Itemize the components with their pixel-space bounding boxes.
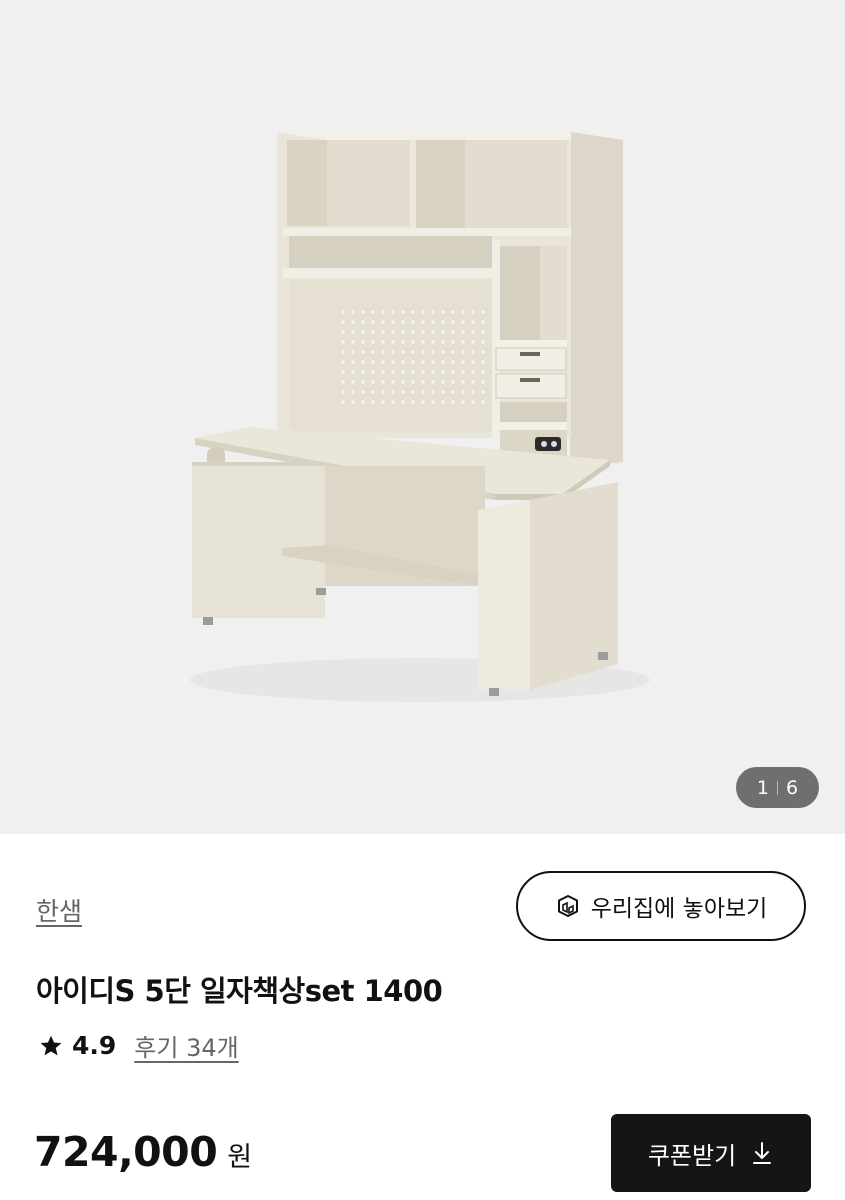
product-image[interactable]: [0, 0, 845, 834]
product-title: 아이디S 5단 일자책상set 1400: [36, 974, 443, 1008]
coupon-label: 쿠폰받기: [647, 1141, 737, 1170]
price: 724,000 원: [34, 1128, 252, 1176]
coupon-download-button[interactable]: 쿠폰받기: [611, 1114, 811, 1192]
star-icon: [40, 1035, 62, 1055]
counter-total: 6: [786, 776, 799, 799]
image-counter: 1 6: [736, 767, 819, 808]
rating-row: 4.9 후기 34개: [38, 1028, 239, 1063]
product-info: 한샘 우리집에 놓아보기 아이디S 5단 일자책상set 1400 4.9 후기…: [0, 834, 845, 1200]
ar-view-button[interactable]: 우리집에 놓아보기: [516, 871, 806, 941]
3d-cube-icon: [557, 895, 578, 917]
review-count-link[interactable]: 후기 34개: [134, 1028, 238, 1063]
counter-current: 1: [756, 776, 769, 799]
brand-link[interactable]: 한샘: [36, 892, 82, 928]
product-image-gallery[interactable]: 1 6: [0, 0, 845, 834]
download-arrow-icon: [753, 1142, 772, 1164]
rating-value: 4.9: [72, 1031, 117, 1060]
price-amount: 724,000: [34, 1128, 218, 1176]
counter-divider: [777, 780, 778, 795]
ar-view-label: 우리집에 놓아보기: [590, 896, 768, 922]
price-currency: 원: [227, 1142, 253, 1173]
